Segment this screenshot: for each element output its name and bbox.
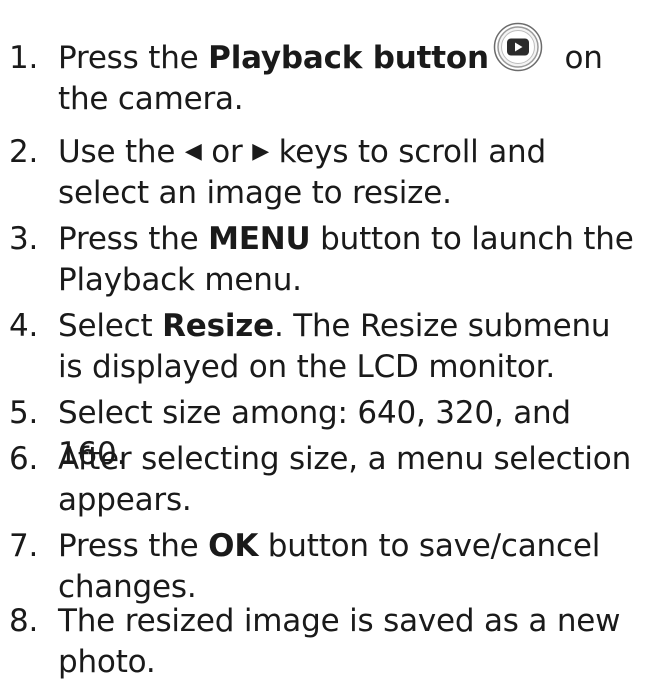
step-number: 6. xyxy=(9,441,39,477)
step-text-pre: Press the xyxy=(58,221,209,257)
step-text-pre: Press the xyxy=(58,528,209,564)
step-text-mid: or xyxy=(201,134,253,170)
step-number: 1. xyxy=(9,40,39,76)
step-text: Press the MENU button to launch the Play… xyxy=(58,219,644,301)
left-arrow-icon: ◀ xyxy=(184,138,202,164)
step-text-pre: Press the xyxy=(58,40,209,76)
step-text-bold: Resize xyxy=(162,308,274,344)
step-number: 4. xyxy=(9,308,39,344)
step-number: 8. xyxy=(9,603,39,639)
step-text: Select Resize. The Resize submenu is dis… xyxy=(58,306,644,388)
step-text-bold: MENU xyxy=(208,221,311,257)
step-text: Use the ◀ or ▶ keys to scroll and select… xyxy=(58,132,644,214)
step-text-bold: Playback button xyxy=(208,40,489,76)
step-text-pre: Select xyxy=(58,308,163,344)
step-number: 2. xyxy=(9,134,39,170)
step-number: 7. xyxy=(9,528,39,564)
step-number: 5. xyxy=(9,395,39,431)
right-arrow-icon: ▶ xyxy=(252,138,269,164)
step-text: Press the Playback button on the camera. xyxy=(58,22,644,120)
step-text-pre: Use the xyxy=(58,134,185,170)
step-text: After selecting size, a menu selection a… xyxy=(58,441,632,518)
step-number: 3. xyxy=(9,221,39,257)
step-text: The resized image is saved as a new phot… xyxy=(58,603,621,680)
playback-button-icon xyxy=(493,22,543,71)
step-text: Press the OK button to save/cancel chang… xyxy=(58,526,644,608)
step-text-bold: OK xyxy=(208,528,259,564)
